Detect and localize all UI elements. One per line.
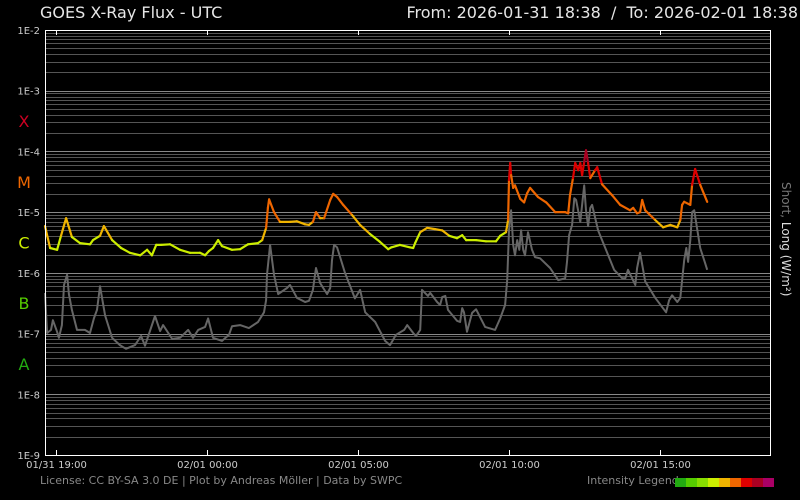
long-series-segment — [311, 211, 318, 223]
long-series-segment — [567, 194, 572, 215]
long-series-segment — [64, 217, 74, 239]
long-series-segment — [261, 226, 268, 242]
long-series-segment — [507, 178, 511, 222]
intensity-legend — [675, 478, 774, 487]
long-series-segment — [596, 166, 604, 186]
long-series-segment — [509, 161, 513, 177]
y-tick-label: 1E-2 — [17, 26, 40, 37]
long-series-segment — [610, 194, 622, 206]
legend-swatch — [719, 478, 730, 487]
long-series-segment — [426, 226, 437, 231]
long-series-segment — [70, 235, 82, 245]
flare-class-b: B — [19, 294, 30, 313]
long-series-segment — [102, 225, 114, 242]
plot-frame — [45, 30, 771, 456]
long-series-segment — [272, 211, 282, 223]
y-axis-label: Short, Long (W/m²) — [779, 182, 793, 296]
legend-swatch — [675, 478, 686, 487]
credits: License: CC BY-SA 3.0 DE | Plot by Andre… — [40, 474, 403, 487]
long-series-segment — [230, 248, 242, 251]
long-series-segment — [268, 198, 276, 214]
long-series-segment — [55, 234, 63, 251]
y-tick-label: 1E-4 — [17, 147, 40, 158]
x-tick-label: 01/31 19:00 — [26, 460, 87, 471]
legend-swatch — [697, 478, 708, 487]
legend-swatch — [763, 478, 774, 487]
long-series-segment — [336, 195, 345, 206]
legend-swatch — [752, 478, 763, 487]
long-series-segment — [619, 203, 632, 212]
long-series-segment — [600, 183, 614, 197]
legend-swatch — [730, 478, 741, 487]
long-series-segment — [510, 174, 515, 189]
legend-swatch — [686, 478, 697, 487]
long-series-segment — [536, 195, 548, 204]
long-series-segment — [178, 248, 192, 254]
flux-chart: 1E-21E-31E-41E-51E-61E-71E-81E-9 01/31 1… — [17, 26, 771, 471]
long-series-segment — [169, 243, 182, 251]
long-series-segment — [78, 242, 92, 246]
grid — [45, 33, 770, 456]
intensity-legend-label: Intensity Legend — [587, 474, 679, 487]
long-series-segment — [513, 184, 522, 200]
long-series-segment — [159, 243, 172, 246]
long-series-segment — [441, 229, 451, 237]
long-series-segment — [641, 198, 647, 212]
long-series-segment — [119, 246, 131, 254]
long-series-segment — [368, 232, 382, 243]
long-series-segment — [220, 245, 234, 251]
long-series-segment — [246, 242, 260, 246]
y-axis-label-long: Long (W/m²) — [779, 221, 793, 297]
long-series-segment — [351, 214, 362, 226]
long-series-segment — [265, 206, 269, 229]
flare-class-m: M — [17, 173, 31, 192]
long-series-segment — [128, 251, 142, 257]
long-series-segment — [239, 243, 250, 251]
long-series-segment — [699, 183, 709, 203]
long-series-segment — [528, 186, 540, 199]
long-series-segment — [545, 201, 557, 214]
y-tick-label: 1E-5 — [17, 208, 40, 219]
long-series-segment — [679, 203, 684, 222]
long-series-segment — [580, 160, 586, 177]
flare-class-x: X — [19, 112, 30, 131]
y-tick-label: 1E-8 — [17, 390, 40, 401]
long-series-segment — [475, 239, 488, 243]
x-tick-label: 02/01 05:00 — [328, 460, 389, 471]
long-series-segment — [689, 183, 694, 206]
long-series-segment — [139, 248, 149, 257]
long-series-segment — [378, 240, 390, 251]
y-tick-label: 1E-7 — [17, 330, 40, 341]
y-tick-label: 1E-6 — [17, 269, 40, 280]
y-tick-label: 1E-3 — [17, 87, 40, 98]
flare-class-a: A — [19, 355, 30, 374]
legend-swatch — [741, 478, 752, 487]
y-axis-label-short: Short, — [779, 182, 793, 219]
x-tick-label: 02/01 15:00 — [630, 460, 691, 471]
x-tick-label: 02/01 00:00 — [177, 460, 238, 471]
x-tick-label: 02/01 10:00 — [479, 460, 540, 471]
long-series-segment — [150, 243, 158, 257]
legend-swatch — [708, 478, 719, 487]
short-series-line — [44, 184, 709, 350]
long-series-segment — [342, 203, 354, 217]
long-series-segment — [414, 231, 422, 245]
long-series-segment — [390, 243, 401, 249]
long-series-segment — [690, 167, 697, 186]
flare-class-c: C — [18, 234, 29, 253]
long-series-segment — [568, 177, 575, 197]
long-series-segment — [398, 243, 412, 249]
short-series — [44, 184, 709, 350]
long-series-segment — [295, 220, 307, 226]
